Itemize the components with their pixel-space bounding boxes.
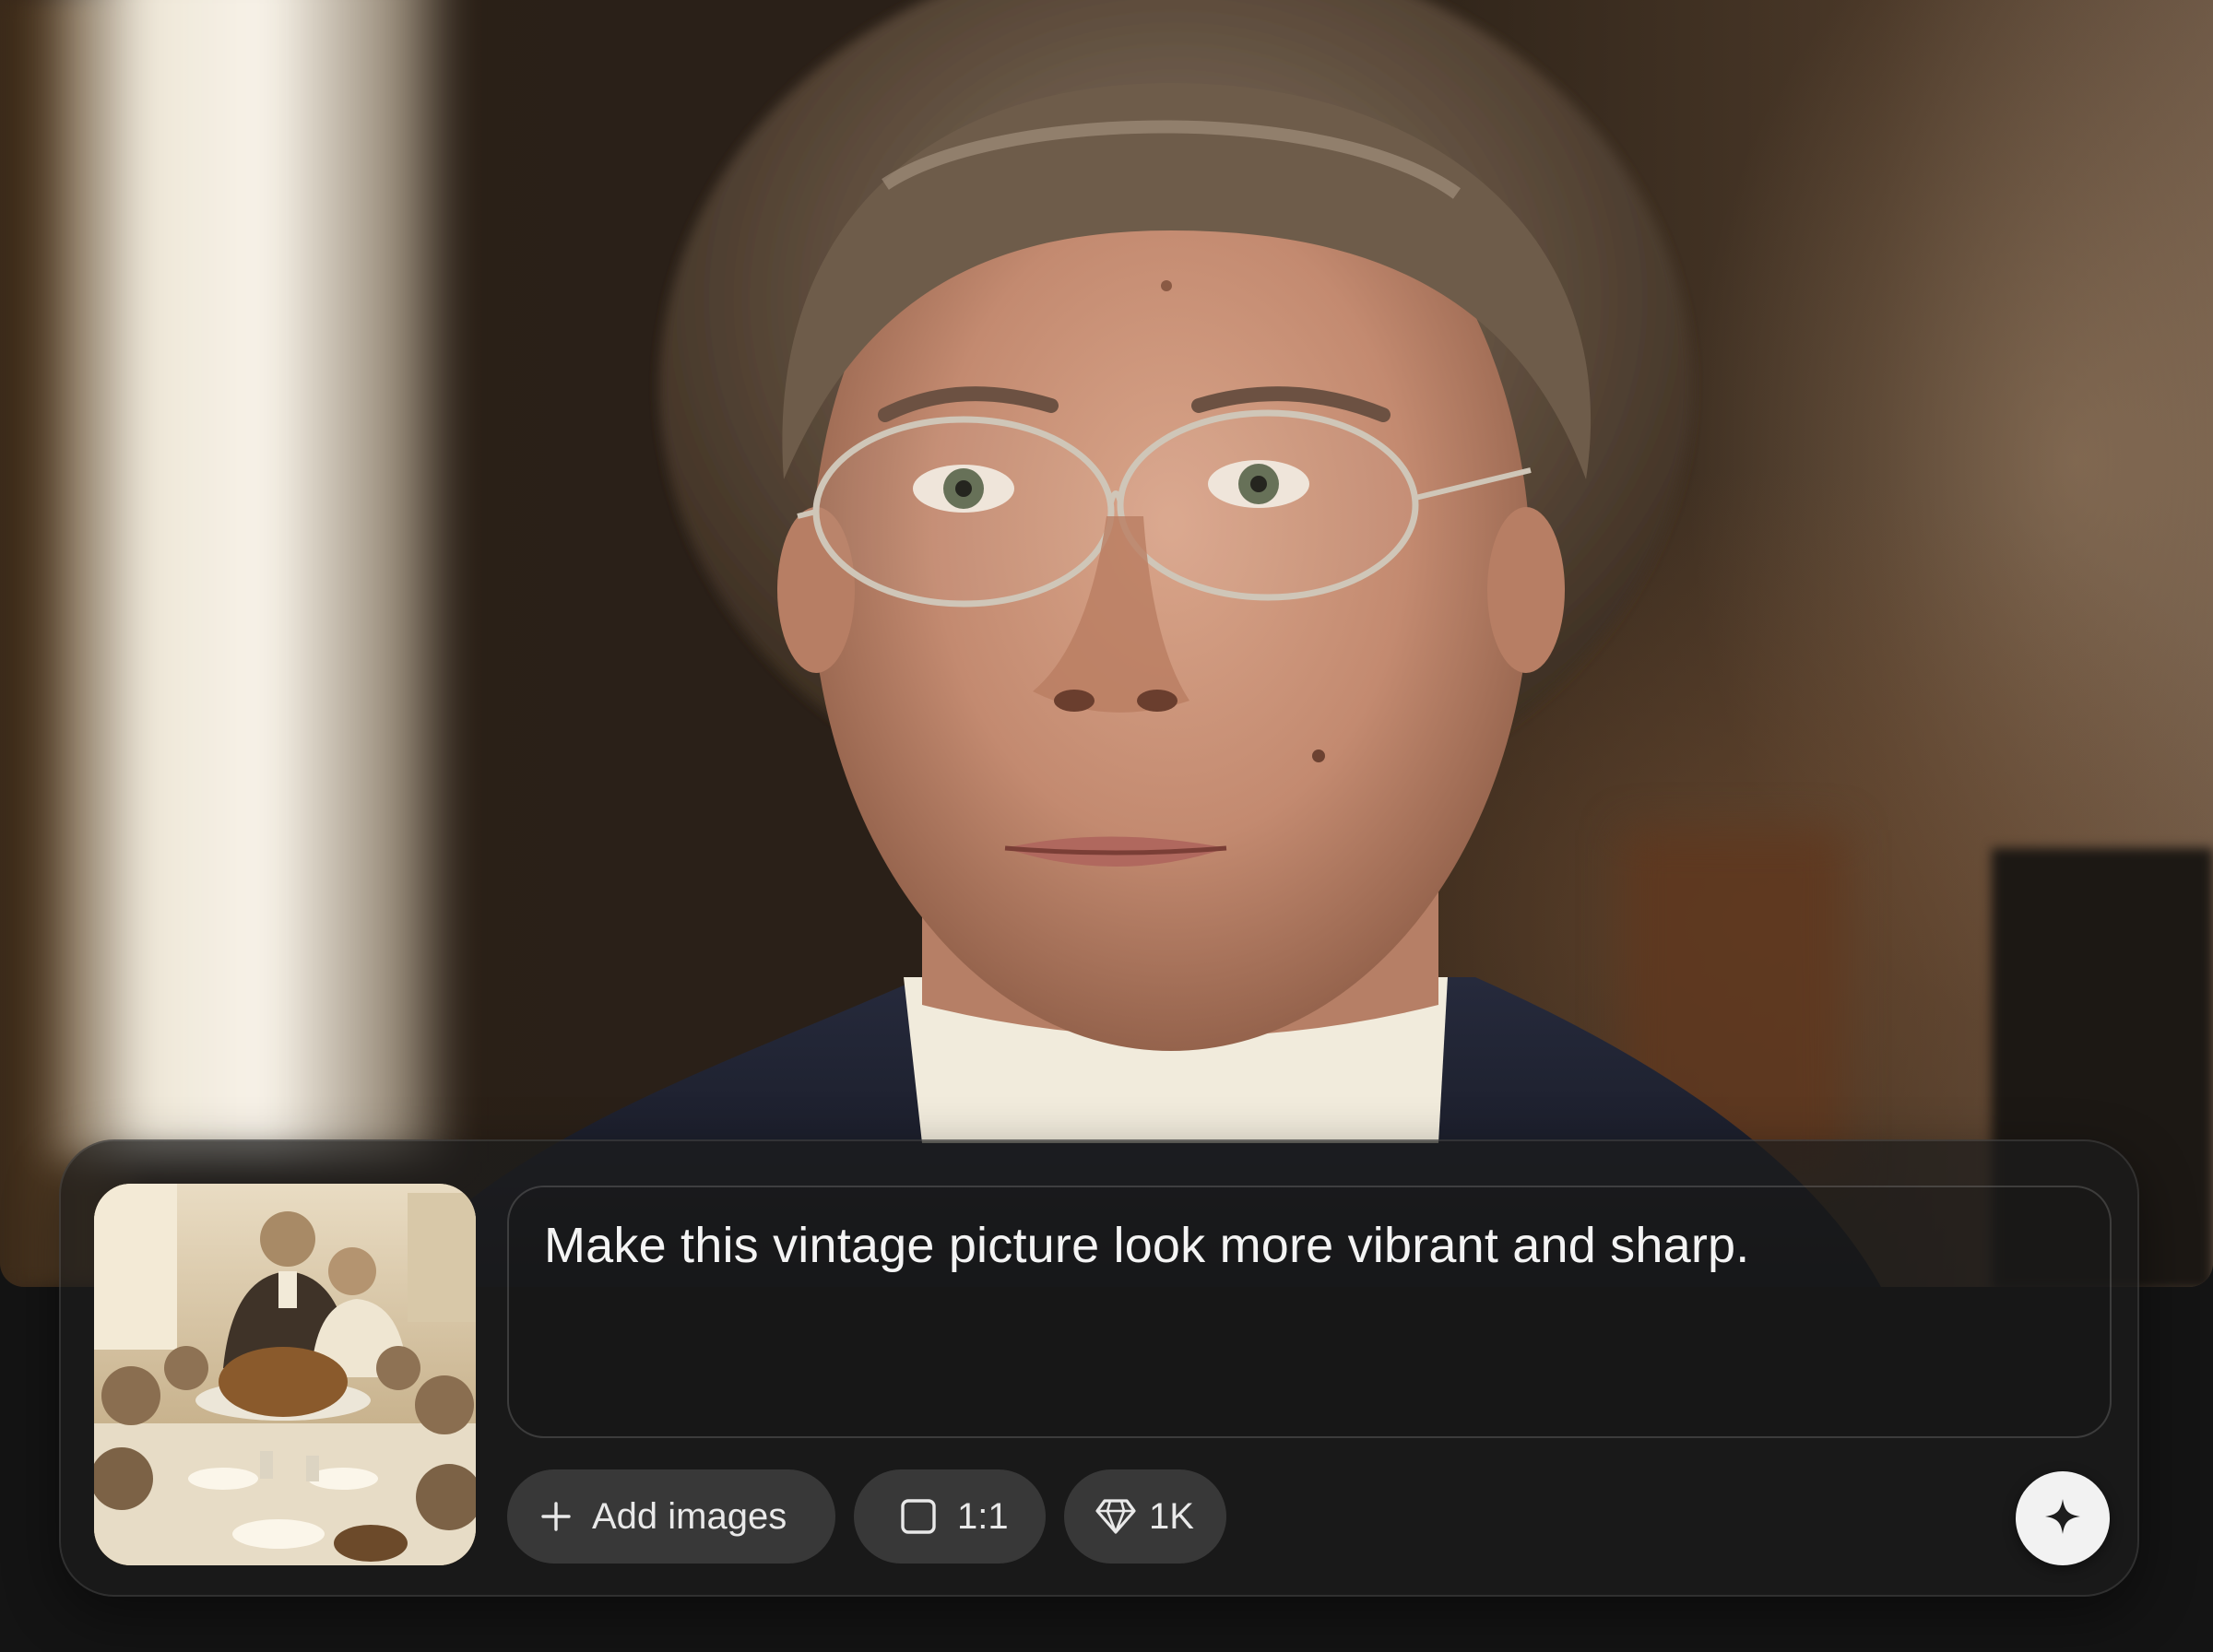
vintage-dinner-illustration xyxy=(94,1184,476,1565)
aspect-ratio-label: 1:1 xyxy=(957,1495,1009,1537)
app-stage: Make this vintage picture look more vibr… xyxy=(0,0,2213,1652)
prompt-input[interactable]: Make this vintage picture look more vibr… xyxy=(507,1186,2112,1438)
diamond-icon xyxy=(1095,1498,1136,1535)
hero-photo xyxy=(0,0,2213,1287)
add-images-label: Add images xyxy=(592,1495,787,1537)
aspect-ratio-button[interactable]: 1:1 xyxy=(854,1469,1046,1564)
prompt-text: Make this vintage picture look more vibr… xyxy=(544,1218,1750,1273)
resolution-label: 1K xyxy=(1149,1495,1194,1537)
add-images-button[interactable]: Add images xyxy=(507,1469,835,1564)
generate-button[interactable] xyxy=(2016,1471,2110,1565)
square-icon xyxy=(900,1498,937,1535)
resolution-button[interactable]: 1K xyxy=(1064,1469,1226,1564)
sparkle-icon xyxy=(2043,1497,2082,1540)
portrait-illustration xyxy=(387,0,1881,1287)
thumbnail-image[interactable] xyxy=(94,1184,476,1565)
plus-icon xyxy=(540,1501,572,1532)
prompt-composer: Make this vintage picture look more vibr… xyxy=(59,1139,2139,1597)
